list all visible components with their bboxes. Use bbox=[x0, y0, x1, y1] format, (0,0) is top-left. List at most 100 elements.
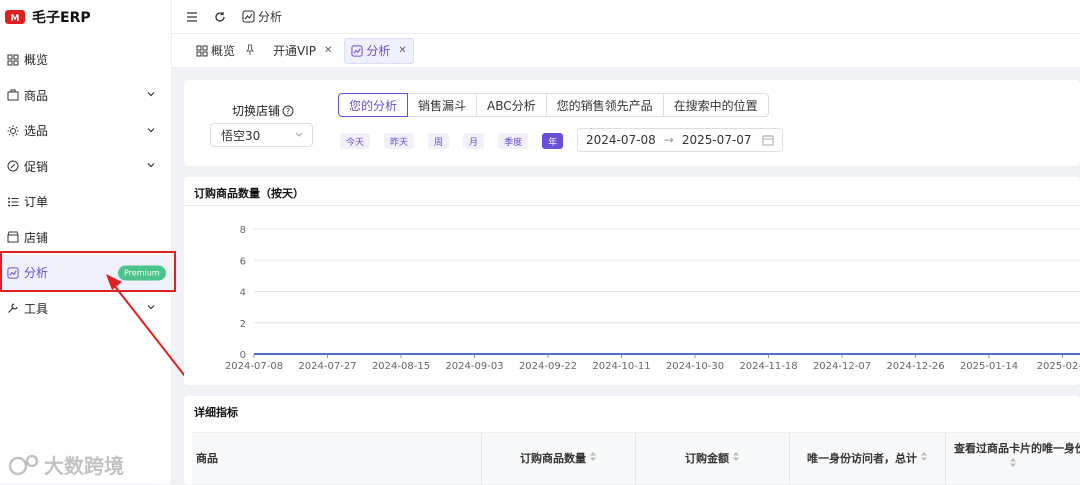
sort-icon[interactable] bbox=[589, 451, 597, 467]
watermark-icon bbox=[8, 454, 39, 475]
close-icon[interactable]: ✕ bbox=[324, 45, 332, 56]
tab-vip[interactable]: 开通VIP ✕ bbox=[267, 38, 338, 64]
product-icon bbox=[6, 88, 20, 102]
breadcrumb: 分析 bbox=[242, 8, 282, 25]
quick-range-chip-5[interactable]: 年 bbox=[542, 133, 564, 149]
calendar-icon bbox=[762, 135, 774, 146]
detail-title: 详细指标 bbox=[194, 406, 238, 419]
tab-label: 开通VIP bbox=[273, 44, 317, 58]
date-range-picker[interactable]: 2024-07-08 → 2025-07-07 bbox=[577, 128, 783, 152]
sidebar-item-3[interactable]: 促销 bbox=[0, 149, 172, 185]
segment-4[interactable]: 在搜索中的位置 bbox=[662, 93, 769, 117]
chevron-down-icon bbox=[295, 132, 303, 137]
x-tick-label: 2025-02-0 bbox=[1037, 361, 1080, 372]
sidebar-item-label: 概览 bbox=[24, 53, 49, 68]
store-switch-label: 切换店铺 ? bbox=[232, 102, 294, 119]
sidebar-item-5[interactable]: 店铺 bbox=[0, 220, 172, 256]
table-header: 商品 订购商品数量 订购金额 唯一身份访问者，总计 查看过商品卡片的唯一身份访问… bbox=[192, 432, 1080, 485]
x-tick-label: 2024-09-03 bbox=[445, 361, 503, 372]
x-tick-label: 2024-07-27 bbox=[298, 361, 356, 372]
line-chart: 0 2 4 6 8 2024-07-08 2024-07-27 2024-08-15 2024-… bbox=[225, 225, 1080, 372]
sidebar-item-label: 分析 bbox=[24, 266, 49, 281]
x-tick-label: 2024-11-18 bbox=[739, 361, 797, 372]
list-icon bbox=[6, 195, 20, 209]
arrow-right-icon: → bbox=[663, 133, 674, 147]
store-select-value: 悟空30 bbox=[221, 128, 261, 143]
column-label: 唯一身份访问者，总计 bbox=[807, 452, 917, 465]
y-tick-label: 8 bbox=[240, 225, 246, 236]
sort-icon[interactable] bbox=[920, 451, 928, 467]
tab-analysis[interactable]: 分析 ✕ bbox=[344, 37, 414, 64]
sidebar-item-label: 商品 bbox=[24, 88, 49, 103]
x-tick-label: 2024-12-07 bbox=[813, 361, 871, 372]
sun-icon bbox=[6, 124, 20, 138]
date-end[interactable]: 2025-07-07 bbox=[682, 133, 752, 147]
quick-range-chip-1[interactable]: 昨天 bbox=[384, 133, 415, 149]
column-header-product[interactable]: 商品 bbox=[192, 433, 482, 485]
column-header-unique-visitors[interactable]: 唯一身份访问者，总计 bbox=[790, 433, 946, 485]
x-tick-label: 2024-10-11 bbox=[592, 361, 650, 372]
analysis-icon bbox=[351, 44, 363, 57]
sort-icon[interactable] bbox=[732, 451, 740, 467]
segment-2[interactable]: ABC分析 bbox=[476, 93, 547, 117]
y-tick-label: 0 bbox=[240, 350, 246, 361]
sidebar-item-6[interactable]: 分析 Premium bbox=[0, 255, 172, 291]
store-icon bbox=[6, 230, 20, 244]
x-tick-label: 2024-08-15 bbox=[372, 361, 430, 372]
sidebar-item-label: 选品 bbox=[24, 124, 49, 139]
quick-range-chip-2[interactable]: 周 bbox=[428, 133, 450, 149]
segment-0[interactable]: 您的分析 bbox=[338, 93, 409, 117]
segment-1[interactable]: 销售漏斗 bbox=[407, 93, 478, 117]
menu-icon[interactable] bbox=[186, 11, 198, 23]
app-name: 毛子ERP bbox=[32, 10, 91, 26]
detail-metrics-card: 详细指标 商品 订购商品数量 订购金额 唯一身份访问者，总计 查看过商品卡片的唯… bbox=[184, 396, 1080, 485]
column-header-order-amount[interactable]: 订购金额 bbox=[636, 433, 790, 485]
orders-chart-card: 订购商品数量（按天） 0 2 4 6 8 2024-07-08 2024-07-27 2024… bbox=[184, 177, 1080, 385]
close-icon[interactable]: ✕ bbox=[398, 45, 406, 56]
sidebar-item-label: 工具 bbox=[24, 301, 49, 316]
column-header-order-qty[interactable]: 订购商品数量 bbox=[482, 433, 636, 485]
chevron-down-icon bbox=[146, 124, 156, 138]
wrench-icon bbox=[6, 301, 20, 315]
sidebar-item-0[interactable]: 概览 bbox=[0, 42, 172, 78]
quick-range-chip-4[interactable]: 季度 bbox=[498, 133, 529, 149]
tab-overview[interactable]: 概览 bbox=[190, 38, 261, 64]
column-label: 订购商品数量 bbox=[520, 452, 586, 465]
x-tick-label: 2024-07-08 bbox=[225, 361, 283, 372]
breadcrumb-label: 分析 bbox=[258, 10, 283, 24]
filter-panel: 切换店铺 ? 悟空30 您的分析 销售漏斗 ABC分析 您的销售领先产品 在搜索中的位置… bbox=[184, 80, 1080, 166]
chevron-down-icon bbox=[146, 301, 156, 315]
sidebar-item-2[interactable]: 选品 bbox=[0, 113, 172, 149]
quick-range-chip-3[interactable]: 月 bbox=[463, 133, 485, 149]
sidebar-item-label: 促销 bbox=[24, 159, 49, 174]
pin-icon[interactable] bbox=[245, 44, 255, 58]
segment-3[interactable]: 您的销售领先产品 bbox=[545, 93, 664, 117]
logo-icon: M bbox=[4, 7, 26, 27]
premium-badge: Premium bbox=[118, 265, 166, 281]
sidebar-item-1[interactable]: 商品 bbox=[0, 78, 172, 114]
sidebar-item-7[interactable]: 工具 bbox=[0, 291, 172, 327]
help-icon[interactable]: ? bbox=[282, 105, 294, 117]
quick-range-chips: 今天 昨天周月季度年 bbox=[340, 133, 577, 149]
date-start[interactable]: 2024-07-08 bbox=[586, 133, 656, 147]
chevron-down-icon bbox=[146, 159, 156, 173]
store-label-text: 切换店铺 bbox=[232, 104, 281, 118]
column-label: 订购金额 bbox=[685, 452, 729, 465]
sidebar-nav: 概览商品选品促销订单 店铺分析 Premium 工具 bbox=[0, 42, 172, 326]
x-tick-label: 2025-01-14 bbox=[960, 361, 1018, 372]
quick-range-chip-0[interactable]: 今天 bbox=[340, 133, 371, 149]
store-select[interactable]: 悟空30 bbox=[210, 123, 313, 147]
app-logo[interactable]: M 毛子ERP bbox=[4, 6, 91, 28]
x-tick-label: 2024-10-30 bbox=[666, 361, 724, 372]
watermark: 大数跨境 bbox=[8, 450, 124, 479]
column-label: 查看过商品卡片的唯一身份访问者 bbox=[954, 442, 1080, 455]
column-header-card-visitors[interactable]: 查看过商品卡片的唯一身份访问者 bbox=[946, 433, 1080, 485]
sidebar: M 毛子ERP 概览商品选品促销订单 店铺分析 Premium 工具 大数跨境 bbox=[0, 0, 189, 484]
refresh-icon[interactable] bbox=[214, 11, 226, 23]
x-tick-label: 2024-12-26 bbox=[886, 361, 944, 372]
top-bar: 分析 bbox=[172, 0, 1080, 34]
tab-label: 概览 bbox=[211, 44, 236, 58]
sidebar-item-4[interactable]: 订单 bbox=[0, 184, 172, 220]
sort-icon[interactable] bbox=[946, 457, 1080, 473]
tab-label: 分析 bbox=[366, 44, 391, 58]
